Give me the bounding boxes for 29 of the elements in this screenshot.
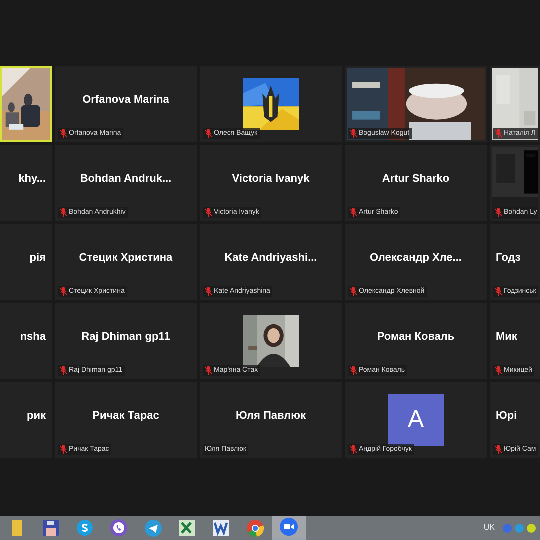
spreadsheet-icon	[179, 520, 195, 536]
folder-icon	[12, 520, 22, 536]
participant-name: Годз	[496, 250, 521, 266]
participant-name: Raj Dhiman gp11	[82, 330, 170, 345]
participant-name: Роман Коваль	[377, 330, 455, 345]
participant-name: рія	[30, 250, 46, 266]
participant-name: Стецик Христина	[79, 250, 173, 266]
telegram-icon	[144, 520, 162, 536]
participant-name: Artur Sharko	[382, 172, 450, 187]
viber-icon	[110, 519, 128, 537]
video-camera-icon	[280, 518, 298, 536]
avatar-icon: A	[388, 394, 444, 446]
participant-name: Юля Павлюк	[236, 408, 306, 424]
participant-name: Ричак Тарас	[92, 408, 160, 424]
participant-name: рик	[27, 408, 46, 424]
participant-name: khy...	[18, 172, 46, 187]
chrome-icon	[246, 520, 264, 536]
participant-name: Orfanova Marina	[82, 92, 170, 108]
taskbar-app[interactable]	[272, 516, 306, 540]
participant-name: Kate Andriyashi...	[224, 250, 318, 266]
skype-icon	[77, 520, 93, 536]
participant-name: Олександр Хле...	[370, 250, 462, 266]
participant-name: Bohdan Andruk...	[80, 172, 172, 187]
document-icon	[213, 520, 229, 536]
participant-name: nsha	[20, 330, 46, 345]
participant-name: Victoria Ivanyk	[232, 172, 310, 187]
participant-name: Юрі	[496, 408, 518, 424]
participant-name: Мик	[496, 330, 518, 345]
language-indicator[interactable]: UK	[484, 522, 495, 534]
